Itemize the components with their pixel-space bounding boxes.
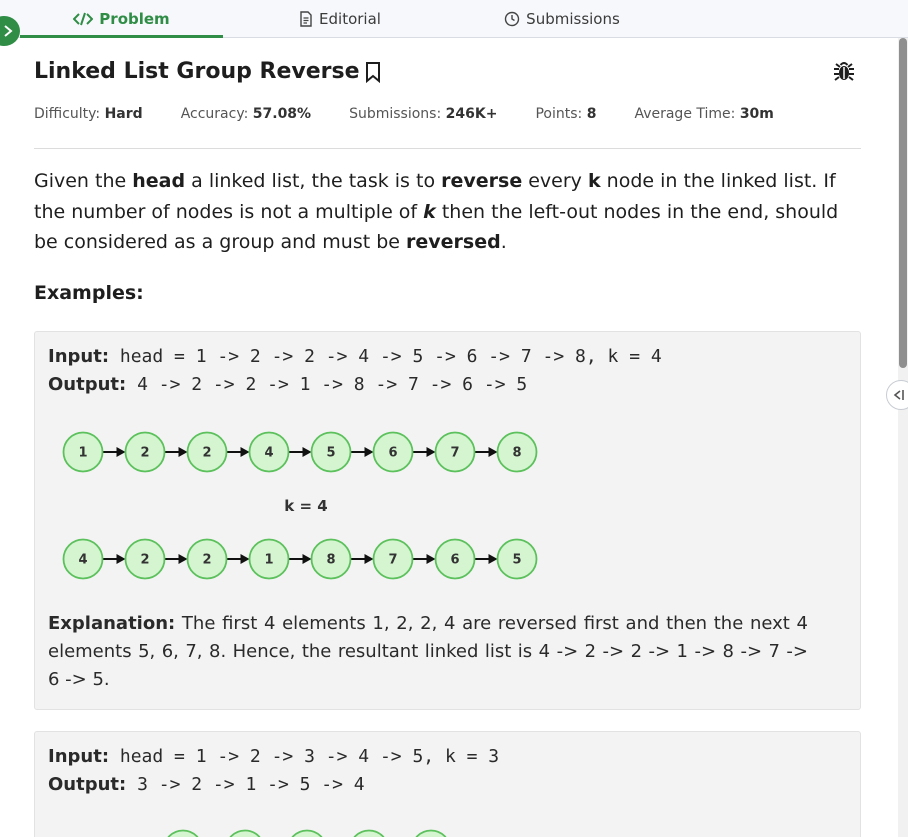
before-node-label: 5	[326, 446, 335, 461]
after-node-label: 2	[140, 553, 149, 568]
before-node-label: 6	[388, 446, 397, 461]
chevron-right-icon	[4, 25, 13, 37]
tab-editorial[interactable]: Editorial	[240, 0, 440, 38]
points: Points: 8	[535, 106, 597, 122]
tab-problem[interactable]: Problem	[20, 0, 223, 38]
active-tab-indicator	[20, 35, 223, 38]
k-label: k = 4	[284, 497, 327, 515]
header-divider	[34, 148, 861, 149]
after-node-label: 1	[264, 553, 273, 568]
example-2-node	[353, 829, 385, 837]
collapse-panel-button[interactable]	[886, 380, 908, 410]
clock-icon	[504, 11, 520, 27]
scrollbar-thumb[interactable]	[899, 38, 907, 368]
problem-title-text: Linked List Group Reverse	[34, 59, 360, 84]
difficulty: Difficulty: Hard	[34, 106, 143, 122]
before-node-label: 2	[140, 446, 149, 461]
document-icon	[300, 11, 312, 27]
after-arrowhead	[240, 554, 250, 564]
after-arrowhead	[426, 554, 436, 564]
before-node-label: 2	[202, 446, 211, 461]
code-icon	[73, 12, 94, 26]
before-node-label: 4	[264, 446, 273, 461]
collapse-left-icon	[893, 390, 904, 400]
average-time: Average Time: 30m	[634, 106, 774, 122]
before-arrowhead	[488, 447, 498, 457]
submissions-count: Submissions: 246K+	[349, 106, 498, 122]
example-1-explanation: Explanation: The first 4 elements 1, 2, …	[48, 613, 808, 690]
tab-submissions[interactable]: Submissions	[462, 0, 662, 38]
before-arrowhead	[116, 447, 126, 457]
linked-list-diagram: 1 2 2 4 5 6 7 8 k = 4 4 2 2 1 8 7 6 5	[62, 431, 538, 580]
before-node-label: 1	[78, 446, 87, 461]
after-node-label: 6	[450, 553, 459, 568]
problem-meta: Difficulty: Hard Accuracy: 57.08% Submis…	[34, 106, 812, 122]
after-node-label: 2	[202, 553, 211, 568]
before-arrowhead	[240, 447, 250, 457]
before-arrowhead	[302, 447, 312, 457]
example-2-node	[167, 829, 199, 837]
before-node-label: 8	[512, 446, 521, 461]
accuracy: Accuracy: 57.08%	[180, 106, 312, 122]
tab-submissions-label: Submissions	[526, 10, 620, 28]
tab-editorial-label: Editorial	[319, 10, 381, 28]
examples-heading: Examples:	[34, 282, 144, 304]
before-arrowhead	[178, 447, 188, 457]
report-bug-icon[interactable]	[832, 59, 856, 87]
after-node-label: 7	[388, 553, 397, 568]
before-arrowhead	[426, 447, 436, 457]
before-arrowhead	[364, 447, 374, 457]
linked-list-diagram-2	[167, 829, 447, 837]
after-arrowhead	[302, 554, 312, 564]
example-2: Input: head = 1 -> 2 -> 3 -> 4 -> 5, k =…	[34, 731, 861, 837]
example-2-node	[415, 829, 447, 837]
example-2-node	[291, 829, 323, 837]
example-1: Input: head = 1 -> 2 -> 2 -> 4 -> 5 -> 6…	[34, 331, 861, 710]
tab-problem-label: Problem	[99, 10, 170, 28]
example-2-node	[229, 829, 261, 837]
after-arrowhead	[364, 554, 374, 564]
after-node-label: 5	[512, 553, 521, 568]
after-node-label: 8	[326, 553, 335, 568]
problem-tabbar: Problem Editorial Submissions	[0, 0, 908, 46]
problem-title: Linked List Group Reverse	[34, 59, 382, 84]
bookmark-icon[interactable]	[364, 61, 382, 83]
after-arrowhead	[178, 554, 188, 564]
problem-statement: Given the head a linked list, the task i…	[34, 170, 839, 253]
before-node-label: 7	[450, 446, 459, 461]
after-arrowhead	[488, 554, 498, 564]
expand-sidebar-button[interactable]	[0, 16, 20, 46]
after-node-label: 4	[78, 553, 87, 568]
after-arrowhead	[116, 554, 126, 564]
